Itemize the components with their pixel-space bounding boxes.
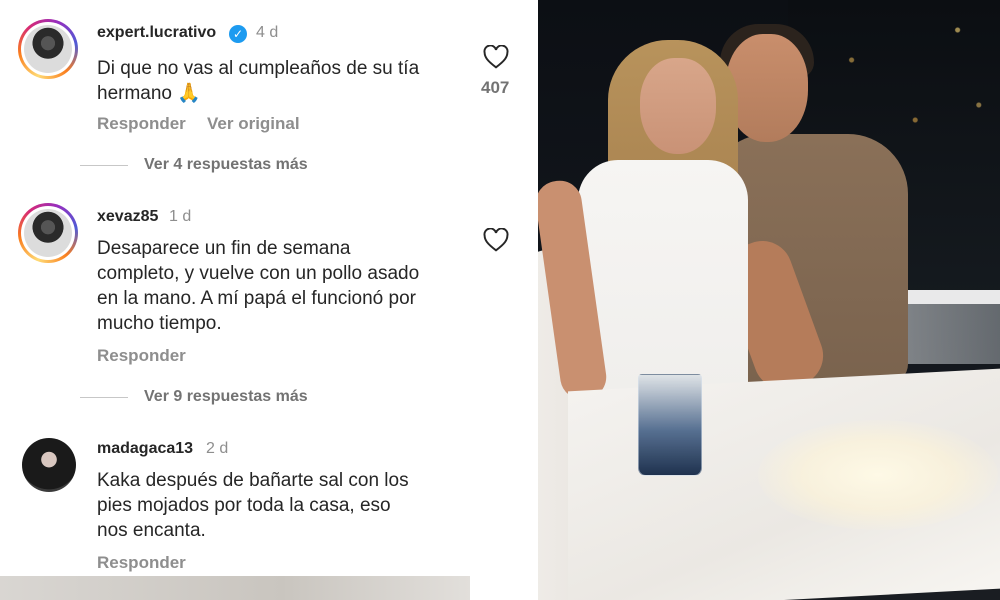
comment-username[interactable]: madagaca13	[97, 440, 193, 458]
water-glass	[638, 374, 702, 476]
like-count: 407	[481, 78, 510, 97]
comment-username[interactable]: expert.lucrativo	[97, 24, 216, 42]
heart-outline-icon[interactable]	[483, 45, 509, 69]
heart-outline-icon[interactable]	[483, 228, 509, 252]
comment-age: 2 d	[206, 440, 229, 457]
photo-bottom-strip	[0, 576, 470, 600]
reply-button[interactable]: Responder	[97, 114, 186, 134]
see-original-button[interactable]: Ver original	[207, 114, 300, 134]
comment: madagaca13 2 d Kaka después de bañarte s…	[0, 420, 538, 580]
view-replies-button[interactable]: Ver 4 respuestas más	[144, 156, 308, 174]
comment-text: Di que no vas al cumpleaños de su tía he…	[97, 58, 420, 104]
woman-face	[640, 58, 716, 154]
comment-age: 4 d	[256, 24, 279, 41]
man-face	[726, 34, 808, 142]
reply-button[interactable]: Responder	[97, 553, 186, 573]
avatar[interactable]	[18, 203, 78, 263]
replies-divider	[80, 397, 128, 398]
comment-age: 1 d	[169, 208, 192, 225]
view-replies-button[interactable]: Ver 9 respuestas más	[144, 388, 308, 406]
post-photo	[538, 0, 1000, 600]
comments-panel: expert.lucrativo ✓ 4 d Di que no vas al …	[0, 0, 538, 600]
replies-divider	[80, 165, 128, 166]
avatar[interactable]	[18, 19, 78, 79]
avatar[interactable]	[22, 438, 76, 492]
verified-badge-icon: ✓	[229, 25, 247, 43]
comment-username[interactable]: xevaz85	[97, 208, 158, 226]
comment-text: Kaka después de bañarte sal con los pies…	[97, 470, 409, 541]
comment-text: Desaparece un fin de semana completo, y …	[97, 238, 420, 334]
candle-light-glow	[758, 420, 998, 530]
reply-button[interactable]: Responder	[97, 346, 186, 366]
comment: expert.lucrativo ✓ 4 d Di que no vas al …	[0, 0, 538, 190]
comment: xevaz85 1 d Desaparece un fin de semana …	[0, 190, 538, 420]
